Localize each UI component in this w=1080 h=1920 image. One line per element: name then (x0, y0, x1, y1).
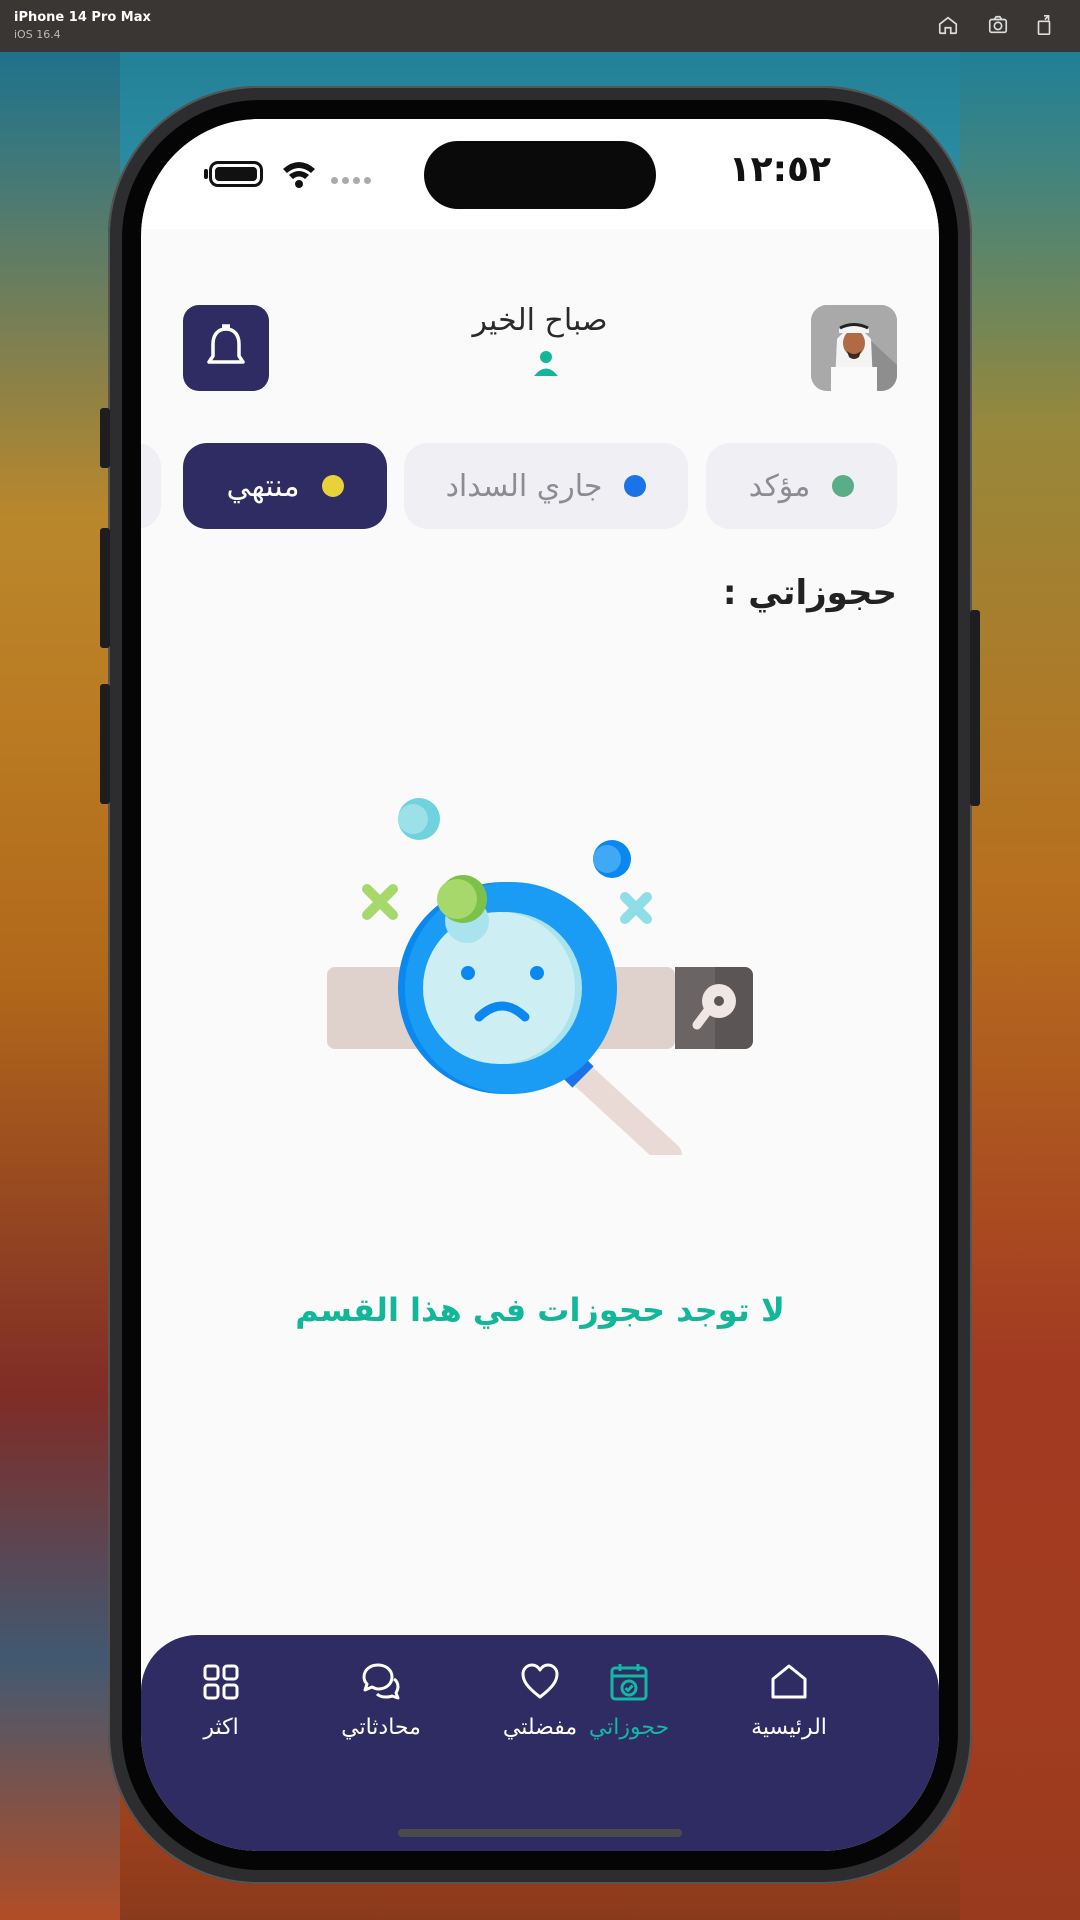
nav-item-home[interactable]: الرئيسية (724, 1661, 854, 1771)
status-dot (321, 475, 344, 497)
heart-icon (521, 1663, 559, 1699)
battery-icon (209, 161, 263, 187)
simulator-toolbar: iPhone 14 Pro Max iOS 16.4 (0, 0, 1080, 52)
wallpaper-right (960, 52, 1080, 1920)
os-version: iOS 16.4 (14, 28, 61, 41)
empty-state-message: لا توجد حجوزات في هذا القسم (295, 1291, 785, 1329)
home-icon (771, 1664, 807, 1699)
power-button (970, 610, 980, 806)
battery-nub (204, 169, 208, 179)
nav-item-chats[interactable]: محادثاتي (316, 1661, 446, 1771)
status-dot (624, 475, 647, 497)
volume-down-button (100, 684, 110, 804)
booking-status-tabs: منتهي جاري السداد مؤكد (141, 443, 939, 529)
tab-confirmed[interactable]: مؤكد (706, 443, 897, 529)
nav-label: الرئيسية (751, 1715, 827, 1740)
device-name: iPhone 14 Pro Max (14, 10, 151, 25)
bottom-nav: الرئيسية حجوزاتي مفضلتي محادثاتي اكثر (141, 1635, 939, 1851)
status-dot (832, 475, 855, 497)
status-time: ١٢:٥٢ (728, 149, 831, 190)
volume-up-button (100, 528, 110, 648)
tab-hidden-partial[interactable] (141, 443, 161, 529)
home-indicator[interactable] (398, 1829, 682, 1837)
tab-label: جاري السداد (445, 468, 603, 504)
rotate-icon[interactable] (1033, 14, 1055, 36)
mute-switch (100, 408, 110, 468)
tab-expired[interactable]: منتهي (183, 443, 387, 529)
user-icon (532, 349, 560, 377)
tab-label: منتهي (226, 468, 300, 504)
nav-label: محادثاتي (341, 1715, 421, 1740)
avatar[interactable] (811, 305, 897, 391)
empty-state-illustration (321, 795, 761, 1168)
section-title: حجوزاتي : (722, 573, 897, 613)
nav-label: اكثر (203, 1715, 239, 1740)
home-icon[interactable] (937, 14, 959, 36)
signal-dots-icon (331, 177, 371, 184)
calendar-check-icon (610, 1664, 648, 1701)
grid-icon (203, 1664, 239, 1700)
chat-icon (362, 1663, 400, 1700)
nav-label: مفضلتي (502, 1715, 578, 1740)
nav-item-favorites[interactable]: مفضلتي (475, 1661, 605, 1771)
tab-payment-pending[interactable]: جاري السداد (404, 443, 688, 529)
status-bar: ١٢:٥٢ (141, 119, 939, 229)
nav-item-more[interactable]: اكثر (156, 1661, 286, 1771)
wallpaper-left (0, 52, 120, 1920)
tab-label: مؤكد (748, 468, 811, 504)
phone-screen: ١٢:٥٢ صباح الخير منتهي جاري السداد مؤكد … (141, 119, 939, 1851)
screenshot-icon[interactable] (987, 14, 1009, 36)
wifi-icon (281, 159, 317, 189)
dynamic-island (424, 141, 656, 209)
